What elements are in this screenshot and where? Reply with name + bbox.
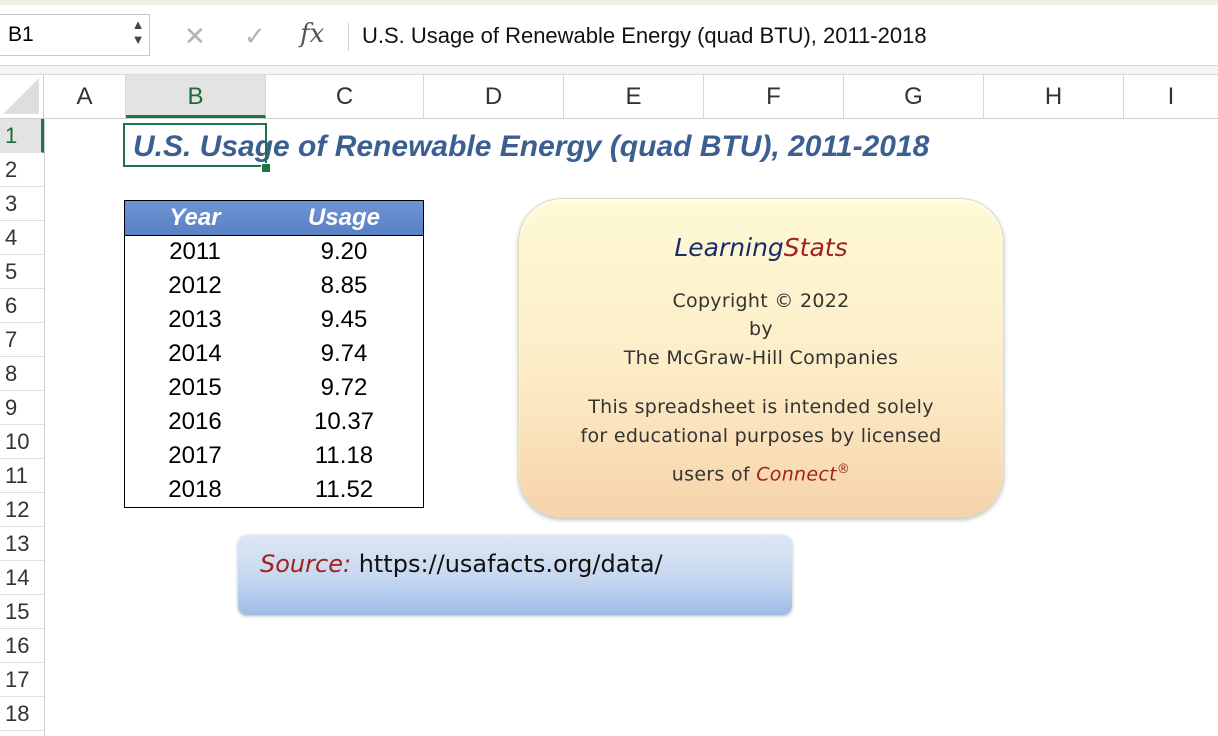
row-header-3[interactable]: 3 (0, 187, 44, 221)
usage-cell[interactable]: 11.52 (265, 473, 423, 507)
year-cell[interactable]: 2016 (125, 405, 265, 439)
fill-handle[interactable] (261, 163, 271, 173)
copyright-company: The McGraw-Hill Companies (623, 347, 899, 369)
year-cell[interactable]: 2013 (125, 303, 265, 337)
formula-input[interactable]: U.S. Usage of Renewable Energy (quad BTU… (362, 22, 927, 50)
name-box-stepper[interactable]: ▲ ▼ (128, 17, 148, 53)
row-header-9[interactable]: 9 (0, 391, 44, 425)
stepper-up-icon[interactable]: ▲ (128, 17, 148, 32)
function-icon[interactable]: fx (300, 19, 324, 49)
copyright-line: Copyright © 2022 (672, 290, 850, 312)
usage-cell[interactable]: 10.37 (265, 405, 423, 439)
select-all-icon (3, 78, 39, 114)
column-header-d[interactable]: D (424, 75, 564, 118)
usage-cell[interactable]: 9.45 (265, 303, 423, 337)
row-header-5[interactable]: 5 (0, 255, 44, 289)
row-header-12[interactable]: 12 (0, 493, 44, 527)
source-box[interactable]: Source: https://usafacts.org/data/ (238, 535, 792, 615)
row-headers: 1 2 3 4 5 6 7 8 9 10 11 12 13 14 15 16 1… (0, 119, 45, 736)
data-table: Year Usage 2011 9.20 2012 8.85 2013 9.45… (124, 200, 424, 508)
usage-cell[interactable]: 8.85 (265, 269, 423, 303)
usage-cell[interactable]: 9.72 (265, 371, 423, 405)
disclaimer-prefix: users of (671, 463, 757, 486)
column-header-f[interactable]: F (704, 75, 844, 118)
active-cell-selection[interactable] (123, 123, 267, 167)
source-label: Source: (260, 550, 352, 578)
toolbar-gap (0, 66, 1218, 75)
table-row: 2015 9.72 (125, 371, 423, 405)
year-cell[interactable]: 2011 (125, 235, 265, 269)
row-header-1[interactable]: 1 (0, 119, 44, 153)
column-header-i[interactable]: I (1124, 75, 1218, 118)
table-row: 2011 9.20 (125, 235, 423, 269)
column-header-a[interactable]: A (44, 75, 126, 118)
row-header-17[interactable]: 17 (0, 663, 44, 697)
table-header-row: Year Usage (125, 201, 423, 236)
stepper-down-icon[interactable]: ▼ (128, 32, 148, 47)
column-headers: A B C D E F G H I (0, 75, 1218, 119)
row-header-11[interactable]: 11 (0, 459, 44, 493)
column-header-b[interactable]: B (126, 75, 266, 118)
copyright-by: by (749, 318, 773, 340)
enter-icon[interactable]: ✓ (244, 21, 266, 51)
header-usage[interactable]: Usage (265, 201, 423, 235)
column-header-c[interactable]: C (266, 75, 424, 118)
row-header-6[interactable]: 6 (0, 289, 44, 323)
registered-mark: ® (836, 462, 851, 477)
row-header-8[interactable]: 8 (0, 357, 44, 391)
cancel-icon[interactable]: ✕ (184, 21, 206, 51)
year-cell[interactable]: 2018 (125, 473, 265, 507)
learningstats-logo: LearningStats (519, 233, 1003, 263)
row-header-4[interactable]: 4 (0, 221, 44, 255)
disclaimer-line-3: users of Connect® (519, 456, 1003, 488)
row-header-14[interactable]: 14 (0, 561, 44, 595)
table-row: 2016 10.37 (125, 405, 423, 439)
year-cell[interactable]: 2014 (125, 337, 265, 371)
brand-learning: Learning (674, 233, 784, 262)
year-cell[interactable]: 2015 (125, 371, 265, 405)
row-header-18[interactable]: 18 (0, 697, 44, 731)
brand-stats: Stats (783, 233, 848, 262)
year-cell[interactable]: 2017 (125, 439, 265, 473)
table-row: 2014 9.74 (125, 337, 423, 371)
usage-cell[interactable]: 11.18 (265, 439, 423, 473)
row-header-10[interactable]: 10 (0, 425, 44, 459)
connect-brand: Connect (756, 463, 837, 486)
table-row: 2017 11.18 (125, 439, 423, 473)
row-header-2[interactable]: 2 (0, 153, 44, 187)
usage-cell[interactable]: 9.20 (265, 235, 423, 269)
table-row: 2012 8.85 (125, 269, 423, 303)
usage-cell[interactable]: 9.74 (265, 337, 423, 371)
select-all-button[interactable] (0, 75, 44, 118)
table-row: 2018 11.52 (125, 473, 423, 507)
table-row: 2013 9.45 (125, 303, 423, 337)
row-header-13[interactable]: 13 (0, 527, 44, 561)
formula-separator (348, 23, 349, 51)
header-year[interactable]: Year (125, 201, 265, 235)
spreadsheet-grid[interactable]: U.S. Usage of Renewable Energy (quad BTU… (45, 119, 1218, 736)
copyright-box[interactable]: LearningStats Copyright © 2022 by The Mc… (518, 198, 1004, 518)
row-header-15[interactable]: 15 (0, 595, 44, 629)
row-header-16[interactable]: 16 (0, 629, 44, 663)
row-header-7[interactable]: 7 (0, 323, 44, 357)
source-url[interactable]: https://usafacts.org/data/ (359, 550, 663, 578)
source-text: Source: https://usafacts.org/data/ (260, 549, 663, 579)
column-header-g[interactable]: G (844, 75, 984, 118)
year-cell[interactable]: 2012 (125, 269, 265, 303)
column-header-h[interactable]: H (984, 75, 1124, 118)
formula-bar: B1 ▲ ▼ ✕ ✓ fx U.S. Usage of Renewable En… (0, 5, 1218, 66)
disclaimer-line-1: This spreadsheet is intended solely (588, 396, 934, 418)
column-header-e[interactable]: E (564, 75, 704, 118)
disclaimer-line-2: for educational purposes by licensed (580, 425, 942, 447)
